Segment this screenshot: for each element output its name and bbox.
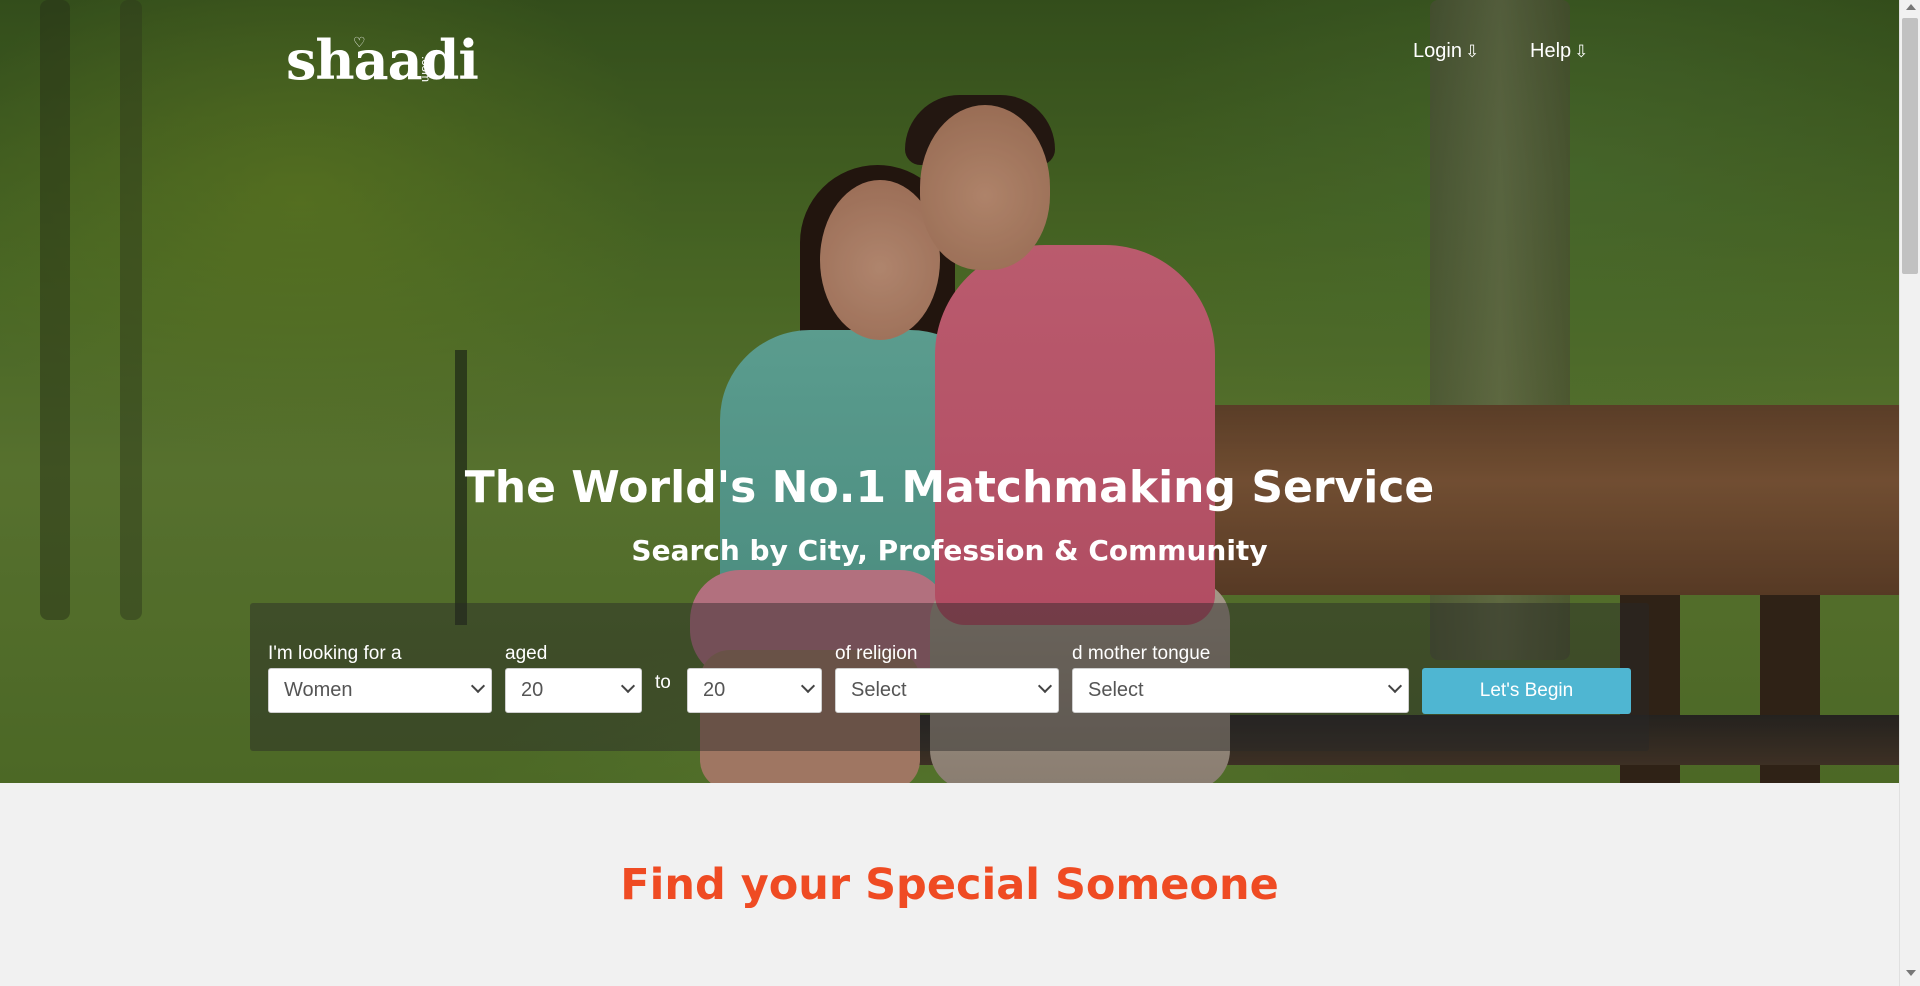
hero-headline: The World's No.1 Matchmaking Service: [464, 462, 1435, 513]
age-to-value: 20: [703, 679, 726, 701]
looking-for-value: Women: [284, 679, 353, 701]
age-from-label: aged: [505, 643, 548, 664]
lets-begin-button[interactable]: Let's Begin: [1422, 668, 1631, 714]
age-from-select[interactable]: 20: [505, 668, 642, 713]
heart-icon: ♡: [353, 34, 366, 50]
religion-select[interactable]: Select: [835, 668, 1059, 713]
down-arrow-icon: ⇩: [1574, 42, 1589, 61]
nav-help[interactable]: Help ⇩: [1530, 40, 1588, 63]
nav-help-label: Help: [1530, 40, 1572, 62]
looking-for-select[interactable]: Women: [268, 668, 492, 713]
site-logo[interactable]: shaadi: [286, 28, 479, 92]
section-title: Find your Special Someone: [620, 860, 1279, 910]
mother-tongue-label: d mother tongue: [1072, 643, 1211, 664]
age-from-value: 20: [521, 679, 544, 701]
age-to-select[interactable]: 20: [687, 668, 822, 713]
mother-tongue-select[interactable]: Select: [1072, 668, 1409, 713]
chevron-down-icon: [470, 678, 486, 694]
chevron-down-icon: [620, 678, 636, 694]
nav-login[interactable]: Login ⇩: [1413, 40, 1479, 63]
chevron-down-icon: [1037, 678, 1053, 694]
scrollbar-thumb[interactable]: [1902, 18, 1918, 274]
down-arrow-icon: ⇩: [1464, 42, 1480, 61]
religion-label: of religion: [835, 643, 918, 664]
hero-subheadline: Search by City, Profession & Community: [631, 534, 1268, 567]
scroll-up-icon[interactable]: [1906, 4, 1916, 10]
religion-value: Select: [851, 679, 907, 701]
age-to-separator: to: [655, 672, 671, 693]
scroll-down-icon[interactable]: [1906, 970, 1916, 976]
page-scrollbar[interactable]: [1899, 0, 1920, 986]
mother-tongue-value: Select: [1088, 679, 1144, 701]
chevron-down-icon: [800, 678, 816, 694]
looking-for-label: I'm looking for a: [268, 643, 402, 664]
page: shaadi ♡ .com Login ⇩ Help ⇩ The World's N…: [0, 0, 1920, 986]
chevron-down-icon: [1387, 678, 1403, 694]
nav-login-label: Login: [1413, 40, 1462, 62]
logo-suffix: .com: [419, 56, 433, 83]
